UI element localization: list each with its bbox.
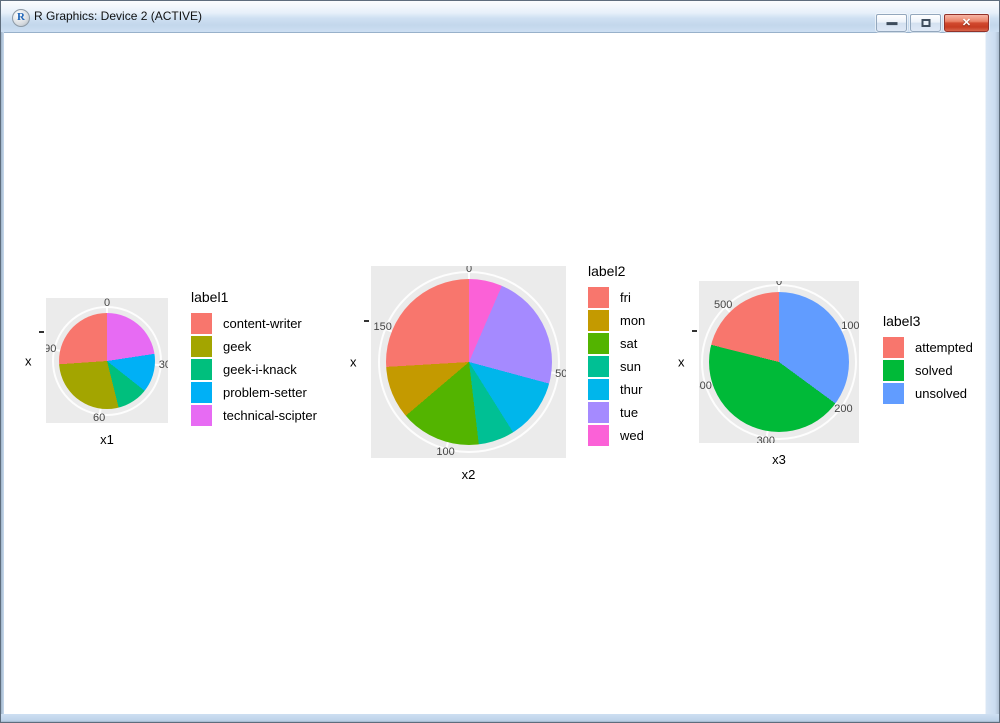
pie-x2: [386, 279, 552, 445]
legend-item: solved: [883, 360, 973, 381]
plot-panel: 0 30 60 90: [46, 298, 168, 423]
legend-item-label: tue: [620, 405, 638, 420]
legend-swatch: [191, 336, 212, 357]
close-button[interactable]: ✕: [944, 14, 989, 32]
legend-item: unsolved: [883, 383, 973, 404]
legend-item-label: solved: [915, 363, 953, 378]
axis-tick-label: 150: [374, 321, 392, 333]
window-border-bottom: [1, 714, 999, 722]
legend-swatch: [588, 333, 609, 354]
legend-swatch: [588, 379, 609, 400]
legend-swatch: [588, 287, 609, 308]
legend-swatch: [883, 383, 904, 404]
axis-tick-label: 100: [841, 320, 859, 332]
y-axis-tick-mark: [692, 330, 697, 332]
plot-panel: 0 100 200 300 400 500: [699, 281, 859, 443]
title-bar[interactable]: R R Graphics: Device 2 (ACTIVE) ✕: [1, 1, 999, 33]
y-axis-tick-mark: [364, 320, 369, 322]
legend-item-label: content-writer: [223, 316, 302, 331]
legend-item: geek-i-knack: [191, 359, 317, 380]
pie-chart-x3: 0 100 200 300 400 500 x x3: [699, 281, 859, 443]
legend-item: thur: [588, 379, 645, 400]
legend-item: tue: [588, 402, 645, 423]
legend-item-label: geek: [223, 339, 251, 354]
x-axis-title: x3: [699, 452, 859, 467]
axis-tick-label: 0: [466, 266, 472, 275]
legend-title: label1: [191, 289, 317, 305]
pie-x3: [709, 292, 849, 432]
legend-item-label: thur: [620, 382, 642, 397]
minimize-icon: [886, 22, 897, 25]
y-axis-tick-mark: [39, 331, 44, 333]
legend-item: mon: [588, 310, 645, 331]
legend-item-label: sun: [620, 359, 641, 374]
pie-x1: [59, 313, 155, 409]
legend-item: sun: [588, 356, 645, 377]
restore-button[interactable]: [910, 14, 941, 32]
legend-item: technical-scipter: [191, 405, 317, 426]
pie-chart-x1: 0 30 60 90 x x1: [46, 298, 168, 423]
x-axis-title: x1: [46, 432, 168, 447]
legend-item: fri: [588, 287, 645, 308]
y-axis-title: x: [350, 355, 357, 370]
plot-panel: 0 50 100 150: [371, 266, 566, 458]
legend-swatch: [883, 337, 904, 358]
axis-tick-label: 0: [776, 281, 782, 288]
x-axis-title: x2: [371, 467, 566, 482]
legend-item: problem-setter: [191, 382, 317, 403]
legend-item: content-writer: [191, 313, 317, 334]
axis-tick-label: 200: [834, 403, 852, 415]
legend-swatch: [883, 360, 904, 381]
legend-item: sat: [588, 333, 645, 354]
axis-tick-label: 90: [46, 343, 56, 355]
y-axis-title: x: [25, 353, 32, 368]
legend-swatch: [191, 382, 212, 403]
pie-chart-x2: 0 50 100 150 x x2: [371, 266, 566, 458]
axis-tick-label: 100: [436, 446, 454, 458]
window-border-left: [1, 32, 4, 722]
legend-item-label: sat: [620, 336, 637, 351]
legend-item: attempted: [883, 337, 973, 358]
window-title: R Graphics: Device 2 (ACTIVE): [34, 1, 202, 32]
y-axis-title: x: [678, 355, 685, 370]
window-controls: ✕: [876, 14, 989, 32]
legend-label3: label3 attempted solved unsolved: [883, 313, 973, 406]
legend-item-label: geek-i-knack: [223, 362, 297, 377]
legend-swatch: [588, 310, 609, 331]
r-logo-icon[interactable]: R: [12, 9, 30, 27]
legend-swatch: [588, 356, 609, 377]
legend-item-label: technical-scipter: [223, 408, 317, 423]
legend-title: label2: [588, 263, 645, 279]
axis-tick-label: 300: [757, 435, 775, 443]
legend-item-label: attempted: [915, 340, 973, 355]
axis-tick-label: 30: [159, 359, 168, 371]
legend-item-label: problem-setter: [223, 385, 307, 400]
r-graphics-window: R R Graphics: Device 2 (ACTIVE) ✕ 0 30 6…: [0, 0, 1000, 723]
minimize-button[interactable]: [876, 14, 907, 32]
legend-label1: label1 content-writer geek geek-i-knack …: [191, 289, 317, 428]
close-icon: ✕: [962, 17, 971, 29]
legend-item-label: fri: [620, 290, 631, 305]
legend-item: geek: [191, 336, 317, 357]
legend-item-label: wed: [620, 428, 644, 443]
axis-tick-label: 0: [104, 298, 110, 309]
legend-item: wed: [588, 425, 645, 446]
legend-item-label: mon: [620, 313, 645, 328]
window-border-right: [985, 32, 999, 722]
legend-swatch: [191, 359, 212, 380]
legend-swatch: [191, 405, 212, 426]
legend-title: label3: [883, 313, 973, 329]
legend-item-label: unsolved: [915, 386, 967, 401]
axis-tick-label: 50: [555, 368, 566, 380]
legend-swatch: [191, 313, 212, 334]
legend-swatch: [588, 402, 609, 423]
restore-icon: [921, 19, 930, 27]
legend-swatch: [588, 425, 609, 446]
axis-tick-label: 400: [699, 380, 712, 392]
axis-tick-label: 500: [714, 299, 732, 311]
axis-tick-label: 60: [93, 412, 105, 423]
legend-label2: label2 fri mon sat sun thur tue wed: [588, 263, 645, 448]
